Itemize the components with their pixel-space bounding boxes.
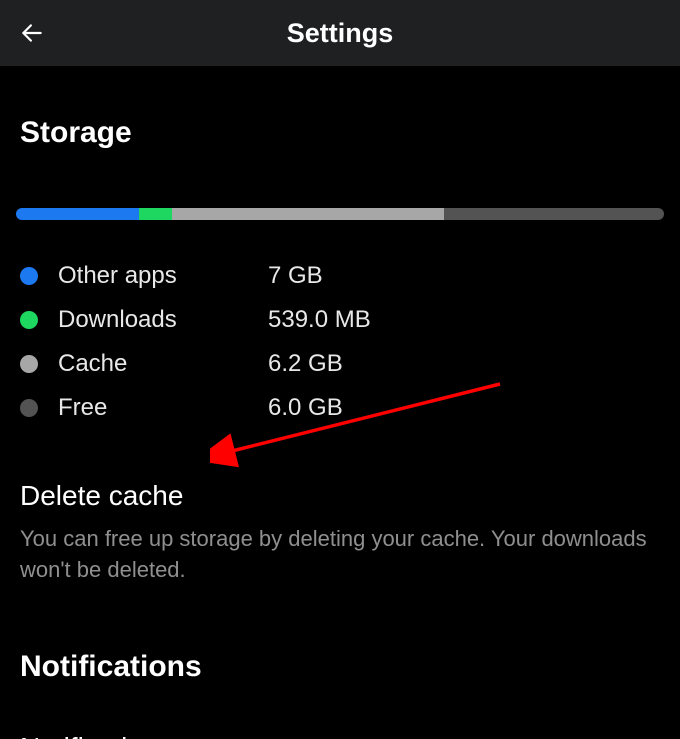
legend-value: 539.0 MB	[268, 306, 371, 334]
legend-label: Free	[58, 394, 268, 422]
legend-dot-icon	[20, 311, 38, 329]
arrow-left-icon	[19, 20, 45, 46]
storage-bar-segment-downloads	[139, 208, 171, 220]
legend-dot-icon	[20, 267, 38, 285]
legend-label: Downloads	[58, 306, 268, 334]
delete-cache-title: Delete cache	[20, 480, 660, 512]
delete-cache-item[interactable]: Delete cache You can free up storage by …	[20, 480, 660, 586]
legend-row: Other apps7 GB	[20, 254, 660, 298]
notifications-item-title: Notifications	[20, 732, 660, 739]
page-title: Settings	[0, 18, 680, 49]
legend-row: Cache6.2 GB	[20, 342, 660, 386]
app-header: Settings	[0, 0, 680, 66]
delete-cache-description: You can free up storage by deleting your…	[20, 524, 660, 586]
content: Storage Other apps7 GBDownloads539.0 MBC…	[0, 116, 680, 739]
legend-row: Downloads539.0 MB	[20, 298, 660, 342]
storage-legend: Other apps7 GBDownloads539.0 MBCache6.2 …	[20, 254, 660, 430]
legend-value: 6.0 GB	[268, 394, 343, 422]
back-button[interactable]	[18, 19, 46, 47]
storage-bar-segment-other_apps	[16, 208, 139, 220]
legend-value: 6.2 GB	[268, 350, 343, 378]
notifications-section-title: Notifications	[20, 650, 660, 684]
legend-label: Other apps	[58, 262, 268, 290]
legend-row: Free6.0 GB	[20, 386, 660, 430]
storage-section-title: Storage	[20, 116, 660, 150]
legend-value: 7 GB	[268, 262, 323, 290]
storage-bar	[16, 208, 664, 220]
notifications-item[interactable]: Notifications Choose which notifications…	[20, 732, 660, 739]
storage-bar-segment-cache	[172, 208, 444, 220]
legend-dot-icon	[20, 355, 38, 373]
legend-dot-icon	[20, 399, 38, 417]
legend-label: Cache	[58, 350, 268, 378]
storage-bar-segment-free	[444, 208, 664, 220]
